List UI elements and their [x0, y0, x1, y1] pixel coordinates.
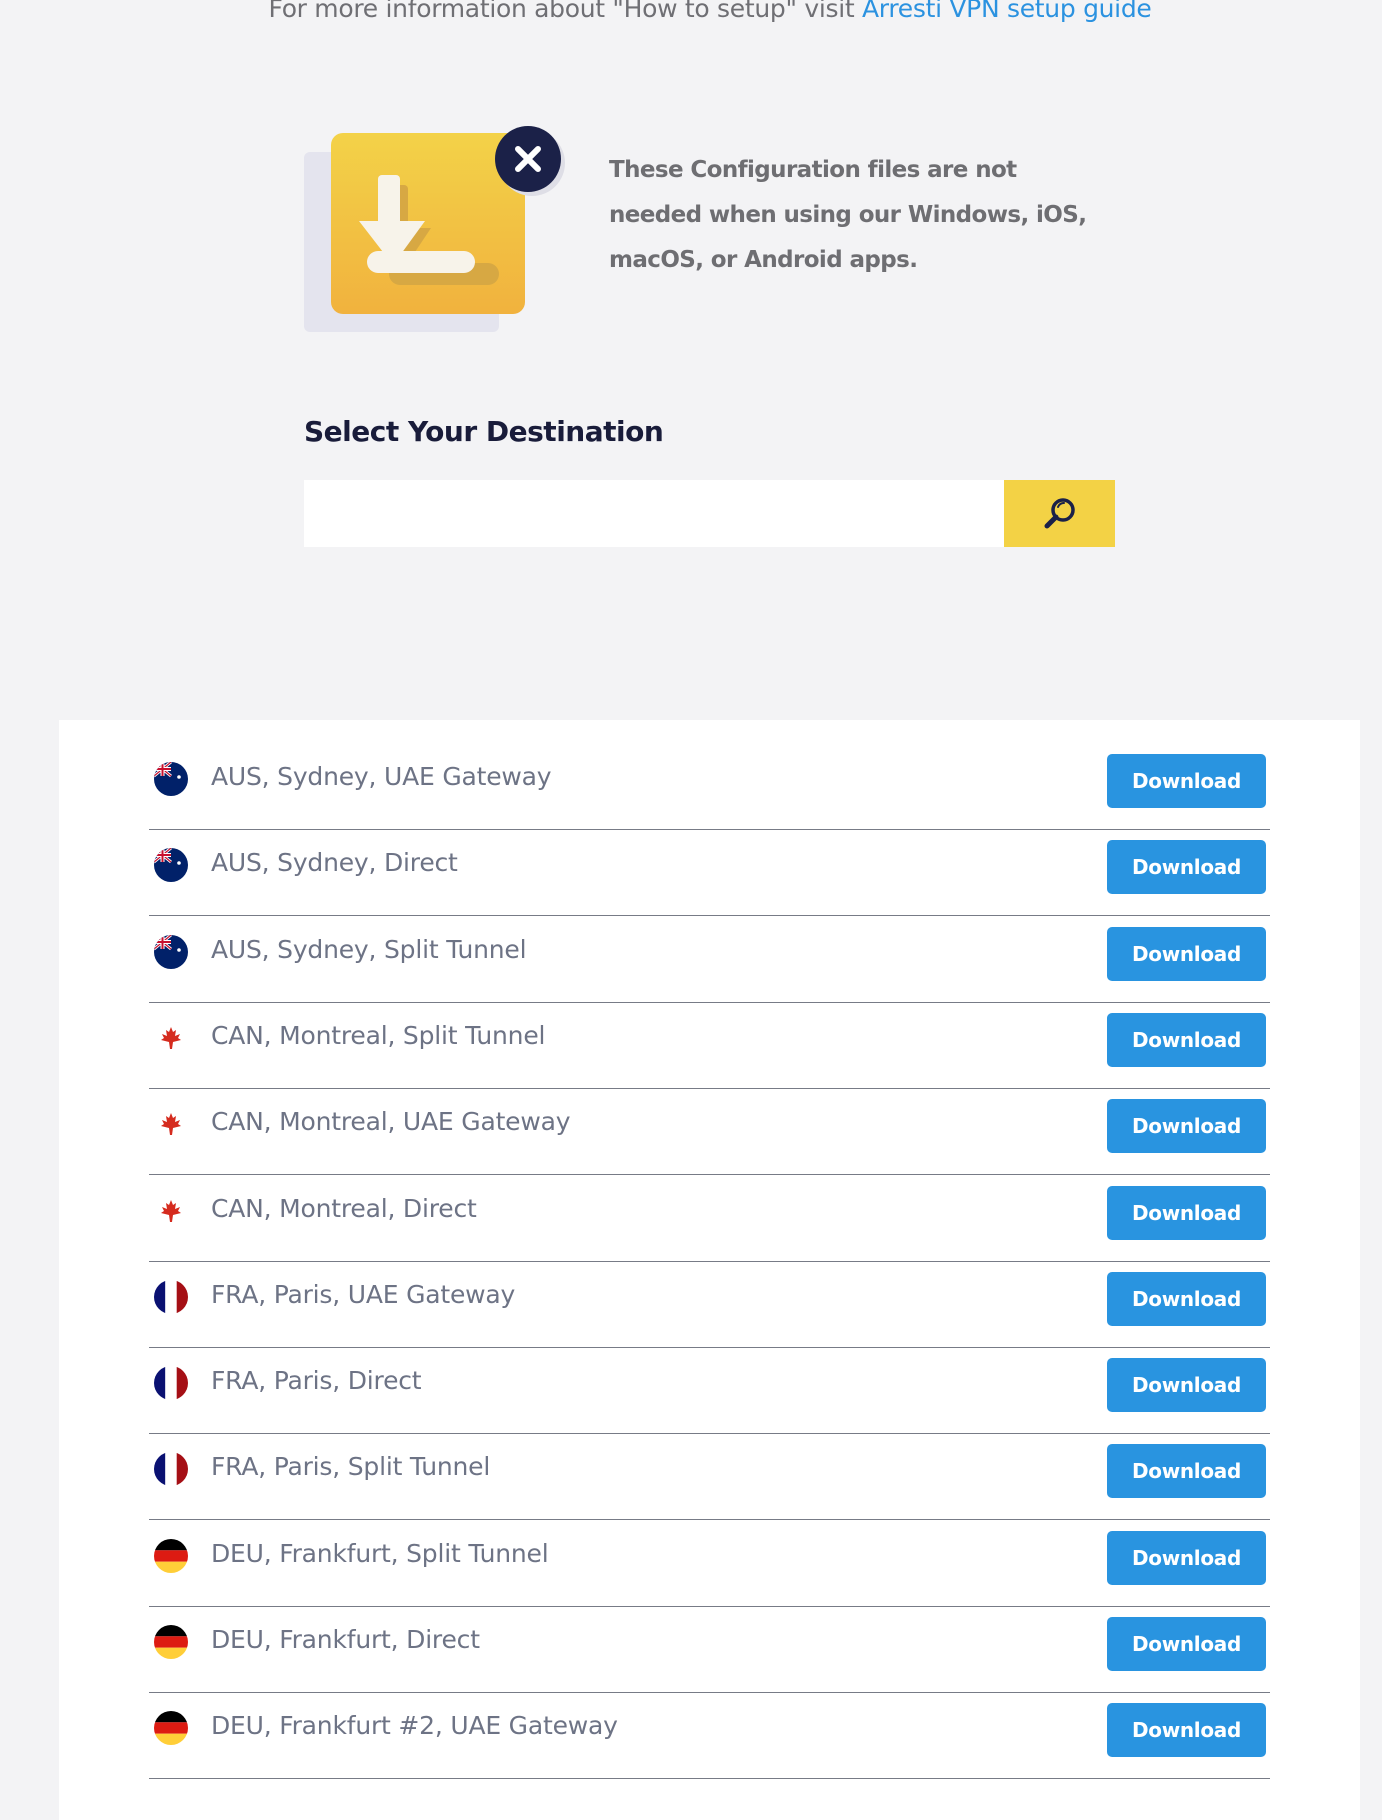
france-flag-icon	[154, 1366, 188, 1401]
server-label: AUS, Sydney, Split Tunnel	[211, 934, 527, 964]
server-row: FRA, Paris, Split Tunnel Download	[149, 1434, 1270, 1521]
server-row: DEU, Frankfurt, Split Tunnel Download	[149, 1521, 1270, 1607]
search-icon	[1044, 497, 1075, 528]
germany-flag-icon	[154, 1711, 188, 1746]
close-icon	[495, 126, 561, 192]
server-label: AUS, Sydney, UAE Gateway	[211, 762, 552, 791]
download-button[interactable]: Download	[1107, 754, 1266, 808]
france-flag-icon	[154, 1279, 188, 1314]
server-label: FRA, Paris, Direct	[211, 1366, 422, 1396]
server-row: CAN, Montreal, Split Tunnel Download	[149, 1003, 1270, 1089]
server-label: DEU, Frankfurt, Direct	[211, 1625, 480, 1654]
australia-flag-icon	[154, 934, 188, 969]
download-button[interactable]: Download	[1107, 1185, 1266, 1240]
download-button[interactable]: Download	[1107, 1703, 1266, 1758]
setup-guide-link[interactable]: Arresti VPN setup guide	[862, 0, 1152, 23]
server-list-panel: AUS, Sydney, UAE Gateway Download AUS, Syd…	[59, 720, 1360, 1820]
server-label: CAN, Montreal, UAE Gateway	[211, 1107, 571, 1137]
server-label: FRA, Paris, UAE Gateway	[211, 1279, 516, 1309]
server-label: CAN, Montreal, Split Tunnel	[211, 1020, 546, 1050]
germany-flag-icon	[154, 1538, 188, 1573]
destination-title: Select Your Destination	[304, 415, 664, 448]
download-button[interactable]: Download	[1107, 1012, 1266, 1067]
server-label: FRA, Paris, Split Tunnel	[211, 1452, 491, 1482]
server-row: AUS, Sydney, Direct Download	[149, 830, 1270, 917]
setup-info-text: For more information about "How to setup…	[0, 0, 1382, 23]
config-notice: These Configuration files are not needed…	[304, 126, 1124, 346]
destination-search-input[interactable]	[304, 480, 1004, 547]
canada-flag-icon	[154, 1107, 188, 1142]
download-button[interactable]: Download	[1107, 1617, 1266, 1671]
server-row: CAN, Montreal, Direct Download	[149, 1176, 1270, 1262]
setup-info-prefix: For more information about "How to setup…	[268, 0, 862, 23]
server-row: FRA, Paris, Direct Download	[149, 1348, 1270, 1435]
download-button[interactable]: Download	[1107, 1271, 1266, 1326]
download-button[interactable]: Download	[1107, 1099, 1266, 1154]
download-button[interactable]: Download	[1107, 1444, 1266, 1499]
server-row: CAN, Montreal, UAE Gateway Download	[149, 1089, 1270, 1176]
download-button[interactable]: Download	[1107, 926, 1266, 981]
australia-flag-icon	[154, 848, 188, 883]
canada-flag-icon	[154, 1193, 188, 1228]
australia-flag-icon	[154, 762, 188, 796]
download-button[interactable]: Download	[1107, 1358, 1266, 1413]
canada-flag-icon	[154, 1020, 188, 1055]
server-row: AUS, Sydney, UAE Gateway Download	[149, 744, 1270, 830]
notice-text: These Configuration files are not needed…	[609, 157, 1087, 273]
download-button[interactable]: Download	[1107, 840, 1266, 895]
server-label: DEU, Frankfurt #2, UAE Gateway	[211, 1711, 618, 1741]
server-row: DEU, Frankfurt, Direct Download	[149, 1607, 1270, 1693]
server-row: AUS, Sydney, Split Tunnel Download	[149, 917, 1270, 1003]
server-label: DEU, Frankfurt, Split Tunnel	[211, 1538, 549, 1568]
server-label: CAN, Montreal, Direct	[211, 1193, 477, 1223]
server-row: DEU, Frankfurt #2, UAE Gateway Download	[149, 1693, 1270, 1780]
france-flag-icon	[154, 1452, 188, 1487]
germany-flag-icon	[154, 1625, 188, 1659]
server-label: AUS, Sydney, Direct	[211, 848, 458, 878]
search-button[interactable]	[1004, 480, 1115, 547]
server-row: FRA, Paris, UAE Gateway Download	[149, 1262, 1270, 1348]
download-button[interactable]: Download	[1107, 1530, 1266, 1585]
destination-search	[304, 480, 1115, 547]
